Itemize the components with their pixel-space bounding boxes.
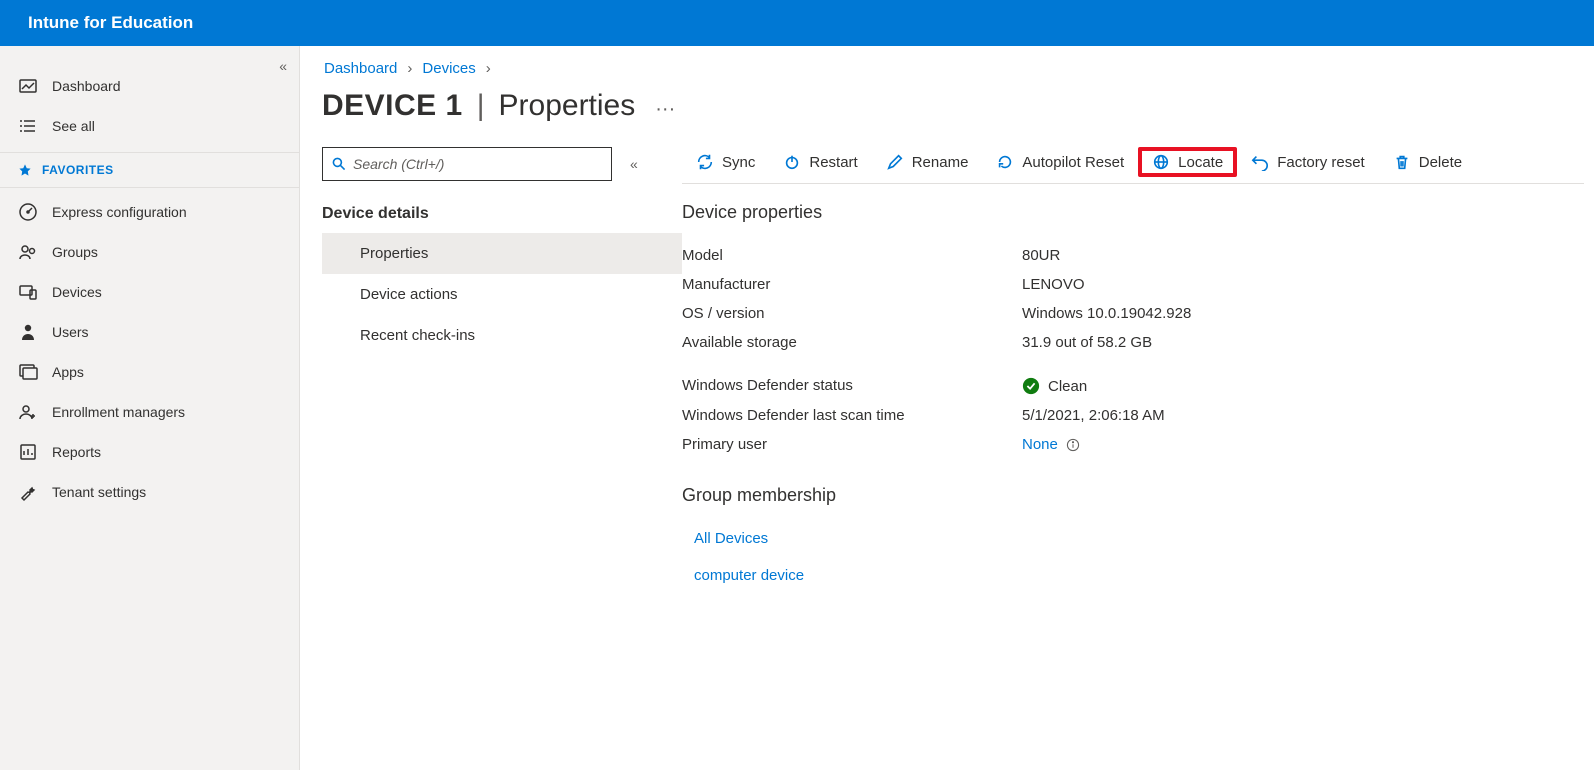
sidebar-item-label: See all	[52, 118, 95, 134]
property-row-storage: Available storage 31.9 out of 58.2 GB	[682, 328, 1584, 357]
property-row-primary-user: Primary user None	[682, 430, 1584, 459]
delete-button[interactable]: Delete	[1379, 147, 1476, 177]
main-content: Dashboard › Devices › DEVICE 1 | Propert…	[300, 46, 1594, 770]
breadcrumb: Dashboard › Devices ›	[322, 60, 1594, 77]
app-title: Intune for Education	[28, 13, 193, 33]
dashboard-icon	[18, 76, 38, 96]
sidebar-item-enrollment-managers[interactable]: Enrollment managers	[0, 392, 299, 432]
collapse-sidebar-icon[interactable]: «	[279, 58, 287, 74]
sidebar-item-label: Groups	[52, 244, 98, 260]
device-details-actions[interactable]: Device actions	[322, 274, 682, 315]
sidebar-item-label: Users	[52, 324, 89, 340]
sidebar-item-label: Express configuration	[52, 204, 187, 220]
chevron-right-icon: ›	[486, 60, 491, 77]
user-icon	[18, 322, 38, 342]
devices-icon	[18, 282, 38, 302]
device-name: DEVICE 1	[322, 89, 463, 123]
person-add-icon	[18, 402, 38, 422]
checkmark-circle-icon	[1022, 377, 1040, 395]
sync-button[interactable]: Sync	[682, 147, 769, 177]
device-details-checkins[interactable]: Recent check-ins	[322, 315, 682, 356]
sidebar-item-tenant-settings[interactable]: Tenant settings	[0, 472, 299, 512]
search-input[interactable]	[353, 156, 603, 172]
sidebar-item-devices[interactable]: Devices	[0, 272, 299, 312]
reports-icon	[18, 442, 38, 462]
star-icon	[18, 163, 32, 177]
search-box[interactable]	[322, 147, 612, 181]
device-details-pane: « Device details Properties Device actio…	[322, 147, 682, 770]
device-details-header: Device details	[322, 199, 682, 233]
more-actions-button[interactable]: ···	[655, 98, 675, 121]
property-row-defender-status: Windows Defender status Clean	[682, 371, 1584, 401]
chevron-right-icon: ›	[407, 60, 412, 77]
action-toolbar: Sync Restart Rename Autopilot Reset	[682, 147, 1584, 184]
property-row-os: OS / version Windows 10.0.19042.928	[682, 299, 1584, 328]
reset-icon	[996, 153, 1014, 171]
property-row-defender-scan: Windows Defender last scan time 5/1/2021…	[682, 401, 1584, 430]
gauge-icon	[18, 202, 38, 222]
device-details-properties[interactable]: Properties	[322, 233, 682, 274]
group-link-computer-device[interactable]: computer device	[682, 557, 1584, 594]
trash-icon	[1393, 153, 1411, 171]
device-properties-header: Device properties	[682, 202, 1584, 223]
power-icon	[783, 153, 801, 171]
group-link-all-devices[interactable]: All Devices	[682, 520, 1584, 557]
wrench-icon	[18, 482, 38, 502]
sidebar-item-label: Dashboard	[52, 78, 121, 94]
sidebar-item-express-configuration[interactable]: Express configuration	[0, 192, 299, 232]
sidebar-item-label: Apps	[52, 364, 84, 380]
primary-user-link[interactable]: None	[1022, 436, 1058, 453]
factory-reset-button[interactable]: Factory reset	[1237, 147, 1379, 177]
collapse-pane-icon[interactable]: «	[630, 156, 638, 172]
rename-button[interactable]: Rename	[872, 147, 983, 177]
restart-button[interactable]: Restart	[769, 147, 871, 177]
locate-button[interactable]: Locate	[1138, 147, 1237, 177]
page-title: DEVICE 1 | Properties ···	[322, 89, 1594, 123]
list-icon	[18, 116, 38, 136]
info-icon[interactable]	[1066, 438, 1080, 452]
property-row-manufacturer: Manufacturer LENOVO	[682, 270, 1584, 299]
apps-icon	[18, 362, 38, 382]
breadcrumb-dashboard[interactable]: Dashboard	[324, 60, 397, 77]
search-icon	[331, 156, 347, 172]
sidebar: « Dashboard See all FAVORITES Express co…	[0, 46, 300, 770]
favorites-header: FAVORITES	[0, 152, 299, 188]
sidebar-item-label: Tenant settings	[52, 484, 146, 500]
group-membership-header: Group membership	[682, 485, 1584, 506]
property-row-model: Model 80UR	[682, 241, 1584, 270]
sidebar-item-label: Reports	[52, 444, 101, 460]
people-icon	[18, 242, 38, 262]
sync-icon	[696, 153, 714, 171]
sidebar-item-users[interactable]: Users	[0, 312, 299, 352]
sidebar-item-groups[interactable]: Groups	[0, 232, 299, 272]
sidebar-item-dashboard[interactable]: Dashboard	[0, 66, 299, 106]
sidebar-item-label: Devices	[52, 284, 102, 300]
sidebar-item-reports[interactable]: Reports	[0, 432, 299, 472]
undo-icon	[1251, 153, 1269, 171]
page-subtitle: Properties	[499, 89, 636, 123]
autopilot-reset-button[interactable]: Autopilot Reset	[982, 147, 1138, 177]
sidebar-item-apps[interactable]: Apps	[0, 352, 299, 392]
top-bar: Intune for Education	[0, 0, 1594, 46]
sidebar-item-see-all[interactable]: See all	[0, 106, 299, 146]
globe-icon	[1152, 153, 1170, 171]
breadcrumb-devices[interactable]: Devices	[422, 60, 475, 77]
properties-pane: Sync Restart Rename Autopilot Reset	[682, 147, 1594, 770]
edit-icon	[886, 153, 904, 171]
sidebar-item-label: Enrollment managers	[52, 404, 185, 420]
